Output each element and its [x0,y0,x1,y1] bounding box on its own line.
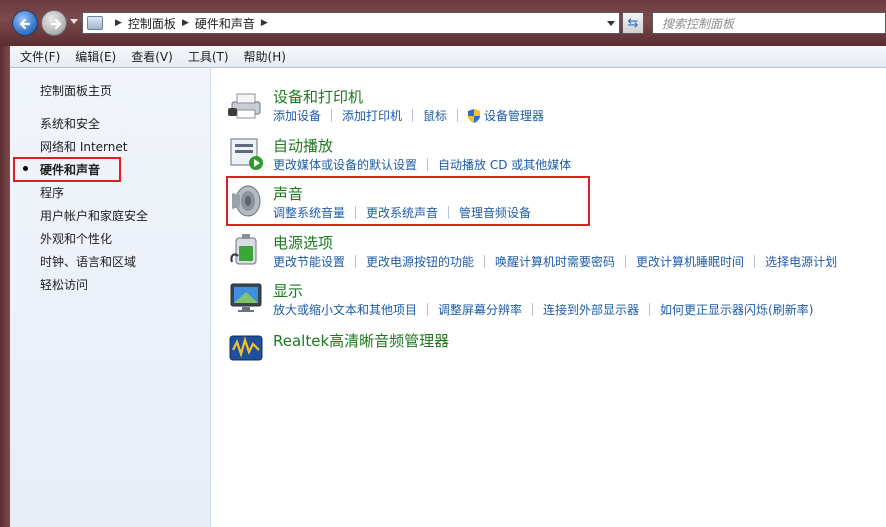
highlight-box-sound [226,176,590,226]
autoplay-icon[interactable] [228,135,264,171]
monitor-icon[interactable] [228,280,264,316]
link-external-display[interactable]: 连接到外部显示器 [543,301,639,318]
sidebar-item-clock-region[interactable]: 时钟、语言和区域 [40,253,136,270]
link-add-printer[interactable]: 添加打印机 [342,107,402,124]
category-power-options: 电源选项 更改节能设置 更改电源按钮的功能 唤醒计算机时需要密码 更改计算机睡眠… [228,232,868,272]
back-arrow-icon [19,18,31,30]
link-separator [457,109,459,122]
search-placeholder: 搜索控制面板 [662,16,735,31]
menu-bar: 文件(F) 编辑(E) 查看(V) 工具(T) 帮助(H) [10,46,886,68]
link-separator [754,255,756,268]
back-button[interactable] [12,10,38,36]
refresh-icon: ⇆ [627,15,639,31]
breadcrumb-hardware-sound[interactable]: 硬件和声音 [195,15,255,32]
link-autoplay-cd[interactable]: 自动播放 CD 或其他媒体 [438,156,571,173]
link-screen-resolution[interactable]: 调整屏幕分辨率 [438,301,522,318]
address-bar[interactable]: ▶ 控制面板 ▶ 硬件和声音 ▶ [82,12,620,34]
category-links: 添加设备 添加打印机 鼠标 设备管理器 [273,107,544,124]
window-frame-left [0,46,10,527]
sidebar-item-user-accounts[interactable]: 用户帐户和家庭安全 [40,207,148,224]
realtek-audio-icon[interactable] [228,330,264,366]
link-power-button-function[interactable]: 更改电源按钮的功能 [366,253,474,270]
sidebar-item-ease-of-access[interactable]: 轻松访问 [40,276,88,293]
sidebar-item-network[interactable]: 网络和 Internet [40,138,127,155]
link-separator [427,158,429,171]
menu-tools[interactable]: 工具(T) [188,48,229,65]
link-text-size[interactable]: 放大或缩小文本和其他项目 [273,301,417,318]
sidebar-item-system-security[interactable]: 系统和安全 [40,115,100,132]
address-dropdown-icon[interactable] [607,21,615,26]
printer-icon[interactable] [228,86,264,122]
menu-help[interactable]: 帮助(H) [244,48,286,65]
battery-icon[interactable] [228,232,264,268]
link-sleep-time[interactable]: 更改计算机睡眠时间 [636,253,744,270]
main-content: 设备和打印机 添加设备 添加打印机 鼠标 设备管理器 自动播放 更改媒体或设备的… [212,68,886,527]
link-separator [625,255,627,268]
link-choose-power-plan[interactable]: 选择电源计划 [765,253,837,270]
sidebar-item-programs[interactable]: 程序 [40,184,64,201]
sidebar-item-appearance[interactable]: 外观和个性化 [40,230,112,247]
link-separator [649,303,651,316]
link-separator [355,255,357,268]
link-separator [427,303,429,316]
category-links: 放大或缩小文本和其他项目 调整屏幕分辨率 连接到外部显示器 如何更正显示器闪烁(… [273,301,813,318]
highlight-box-sidebar [13,157,121,182]
chevron-right-icon[interactable]: ▶ [115,18,122,28]
category-devices-printers: 设备和打印机 添加设备 添加打印机 鼠标 设备管理器 [228,86,868,126]
category-links: 更改媒体或设备的默认设置 自动播放 CD 或其他媒体 [273,156,571,173]
chevron-right-icon[interactable]: ▶ [261,18,268,28]
link-separator [331,109,333,122]
chevron-right-icon[interactable]: ▶ [182,18,189,28]
link-separator [532,303,534,316]
link-device-manager[interactable]: 设备管理器 [484,107,544,124]
link-power-saving-settings[interactable]: 更改节能设置 [273,253,345,270]
link-add-device[interactable]: 添加设备 [273,107,321,124]
menu-edit[interactable]: 编辑(E) [75,48,116,65]
link-separator [412,109,414,122]
control-panel-icon [87,16,103,30]
refresh-button[interactable]: ⇆ [622,12,644,34]
link-wake-password[interactable]: 唤醒计算机时需要密码 [495,253,615,270]
recent-pages-dropdown[interactable] [70,19,78,24]
sidebar-item-home[interactable]: 控制面板主页 [40,82,112,99]
uac-shield-icon [468,108,481,123]
sidebar: 控制面板主页 系统和安全 网络和 Internet 硬件和声音 程序 用户帐户和… [10,68,211,527]
forward-arrow-icon [50,18,62,30]
category-display: 显示 放大或缩小文本和其他项目 调整屏幕分辨率 连接到外部显示器 如何更正显示器… [228,280,868,320]
category-title[interactable]: 电源选项 [273,232,333,253]
link-refresh-rate[interactable]: 如何更正显示器闪烁(刷新率) [660,301,813,318]
link-mouse[interactable]: 鼠标 [423,107,447,124]
forward-button[interactable] [41,10,67,36]
link-separator [484,255,486,268]
category-title[interactable]: 自动播放 [273,135,333,156]
window-titlebar: ▶ 控制面板 ▶ 硬件和声音 ▶ ⇆ 搜索控制面板 [0,0,886,46]
menu-file[interactable]: 文件(F) [20,48,60,65]
category-title[interactable]: Realtek高清晰音频管理器 [273,330,449,351]
category-title[interactable]: 设备和打印机 [273,86,363,107]
category-realtek: Realtek高清晰音频管理器 [228,330,868,370]
link-change-default-settings[interactable]: 更改媒体或设备的默认设置 [273,156,417,173]
breadcrumb-control-panel[interactable]: 控制面板 [128,15,176,32]
category-links: 更改节能设置 更改电源按钮的功能 唤醒计算机时需要密码 更改计算机睡眠时间 选择… [273,253,837,270]
search-input[interactable]: 搜索控制面板 [652,12,886,34]
menu-view[interactable]: 查看(V) [131,48,173,65]
category-autoplay: 自动播放 更改媒体或设备的默认设置 自动播放 CD 或其他媒体 [228,135,868,175]
category-title[interactable]: 显示 [273,280,303,301]
